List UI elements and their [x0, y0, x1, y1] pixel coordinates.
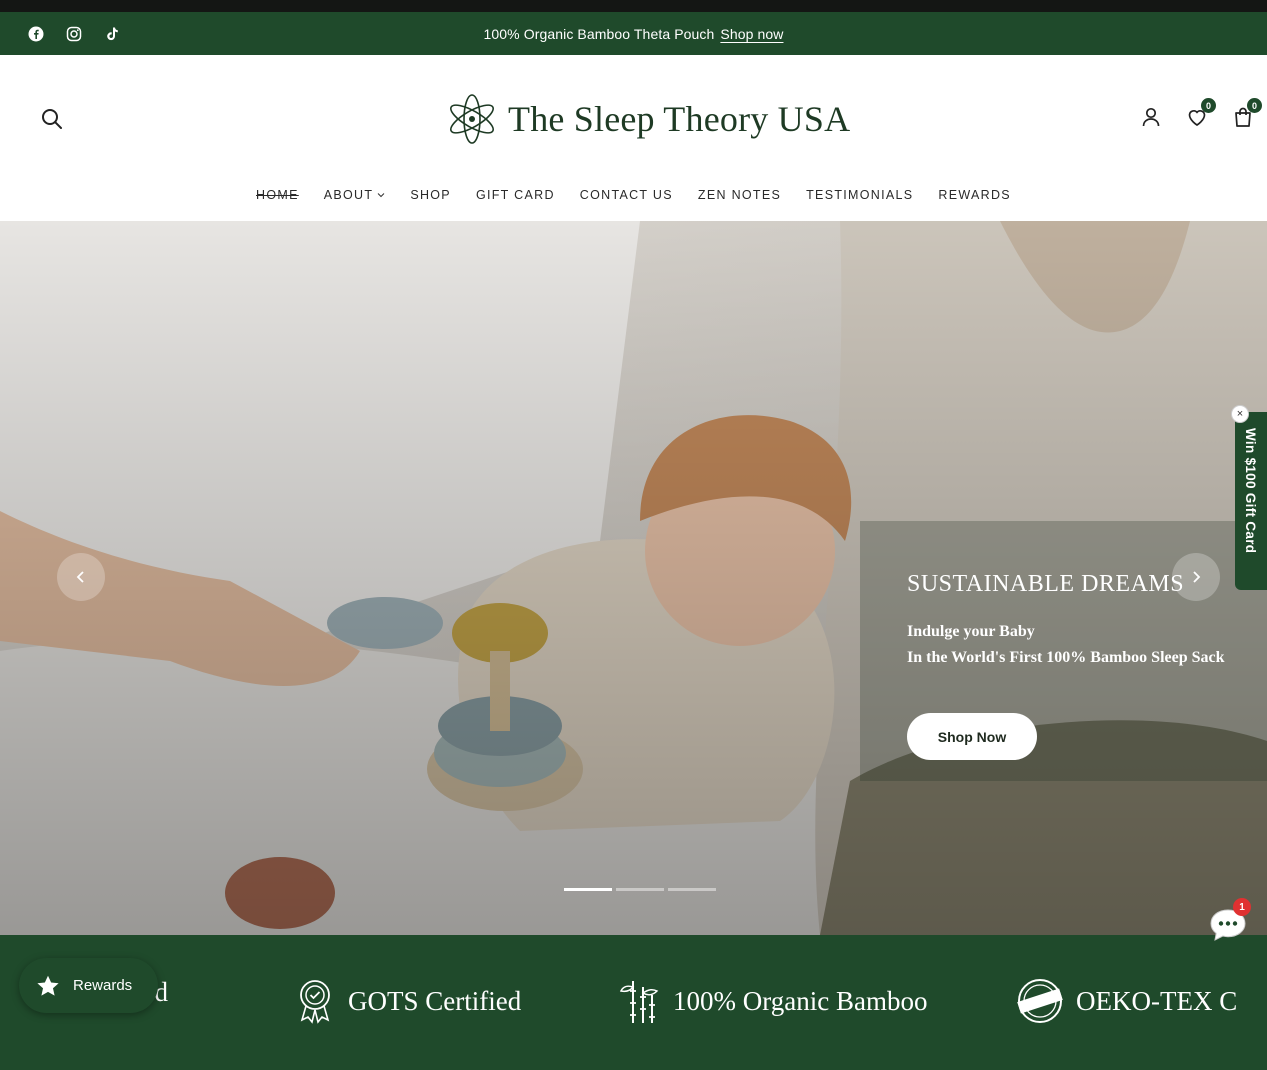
hero-title: SUSTAINABLE DREAMS	[907, 571, 1185, 597]
star-icon	[37, 975, 59, 996]
wishlist-button[interactable]: 0	[1185, 98, 1216, 129]
main-navigation: HOME ABOUT SHOP GIFT CARD CONTACT US ZEN…	[0, 188, 1267, 202]
feature-gots: GOTS Certified	[294, 977, 521, 1025]
nav-item-rewards[interactable]: REWARDS	[938, 188, 1011, 202]
nav-label-rewards: REWARDS	[938, 188, 1011, 202]
hero-subtitle-line1: Indulge your Baby	[907, 623, 1035, 640]
slide-dot-1[interactable]	[564, 888, 612, 891]
slide-dot-2[interactable]	[616, 888, 664, 891]
header-actions: 0 0	[1139, 98, 1262, 129]
gift-card-tab[interactable]: Win $100 Gift Card	[1235, 412, 1267, 590]
nav-item-shop[interactable]: SHOP	[410, 188, 451, 202]
nav-item-zen-notes[interactable]: ZEN NOTES	[698, 188, 781, 202]
certified-award-icon	[300, 980, 330, 1024]
announcement-text: 100% Organic Bamboo Theta Pouch Shop now	[0, 26, 1267, 42]
logo-text: The Sleep Theory USA	[508, 99, 851, 139]
rewards-label: Rewards	[73, 977, 133, 994]
chevron-down-icon	[377, 193, 385, 198]
announcement-shop-link[interactable]: Shop now	[720, 26, 783, 42]
chevron-left-icon	[76, 571, 84, 583]
bamboo-icon	[619, 981, 659, 1023]
nav-label-home: HOME	[256, 188, 299, 202]
feature-label: OEKO-TEX C	[1076, 985, 1238, 1016]
chat-launcher-button[interactable]: 1	[1201, 898, 1255, 952]
hero-prev-arrow[interactable]	[57, 553, 105, 601]
site-logo[interactable]: The Sleep Theory USA	[444, 91, 850, 147]
nav-item-home[interactable]: HOME	[256, 188, 299, 202]
nav-item-testimonials[interactable]: TESTIMONIALS	[806, 188, 913, 202]
social-links	[28, 12, 120, 55]
search-button[interactable]	[40, 107, 64, 131]
nav-label-testimonials: TESTIMONIALS	[806, 188, 914, 202]
site-header: The Sleep Theory USA 0 0 HOME ABOUT SHOP…	[0, 55, 1267, 221]
rewards-launcher-button[interactable]: Rewards	[19, 958, 158, 1013]
wishlist-count-badge: 0	[1201, 98, 1216, 113]
slide-dot-3[interactable]	[668, 888, 716, 891]
announcement-bar: 100% Organic Bamboo Theta Pouch Shop now	[0, 12, 1267, 55]
nav-label-contact-us: CONTACT US	[579, 188, 673, 202]
account-button[interactable]	[1139, 105, 1163, 129]
instagram-icon[interactable]	[66, 26, 82, 42]
chevron-right-icon	[1193, 571, 1201, 583]
gift-card-tab-label: Win $100 Gift Card	[1243, 428, 1258, 554]
tiktok-icon[interactable]	[104, 26, 120, 42]
nav-label-zen-notes: ZEN NOTES	[697, 188, 782, 202]
feature-organic-bamboo: 100% Organic Bamboo	[619, 977, 927, 1025]
gift-card-close-button[interactable]: ×	[1231, 405, 1249, 423]
hero-slideshow: SUSTAINABLE DREAMS Indulge your Baby In …	[0, 221, 1267, 935]
hero-subtitle-line2: In the World's First 100% Bamboo Sleep S…	[907, 649, 1225, 666]
nav-item-gift-card[interactable]: GIFT CARD	[476, 188, 555, 202]
nav-label-shop: SHOP	[410, 188, 451, 202]
user-icon	[1142, 107, 1160, 127]
chat-unread-badge: 1	[1233, 898, 1251, 916]
slide-indicators	[564, 888, 716, 891]
feature-label: GOTS Certified	[348, 985, 522, 1016]
feature-oeko-tex: OEKO-TEX C	[1016, 977, 1237, 1025]
cart-count-badge: 0	[1247, 98, 1262, 113]
hero-shop-now-button[interactable]: Shop Now	[907, 713, 1037, 760]
search-icon	[42, 109, 62, 129]
browser-top-strip	[0, 0, 1267, 12]
nav-item-about[interactable]: ABOUT	[324, 188, 386, 202]
nav-item-contact-us[interactable]: CONTACT US	[580, 188, 673, 202]
facebook-icon[interactable]	[28, 26, 44, 42]
nav-label-gift-card: GIFT CARD	[475, 188, 555, 202]
announcement-message: 100% Organic Bamboo Theta Pouch	[483, 25, 715, 42]
hero-subtitle: Indulge your Baby In the World's First 1…	[907, 619, 1225, 671]
cart-button[interactable]: 0	[1231, 98, 1262, 129]
feature-label: 100% Organic Bamboo	[673, 985, 928, 1016]
nav-label-about: ABOUT	[323, 188, 374, 202]
atom-logo-icon	[450, 94, 494, 144]
features-bar: ased GOTS Certified 100% Organic Bamboo …	[0, 935, 1267, 1070]
certified-stamp-icon	[1017, 979, 1063, 1023]
